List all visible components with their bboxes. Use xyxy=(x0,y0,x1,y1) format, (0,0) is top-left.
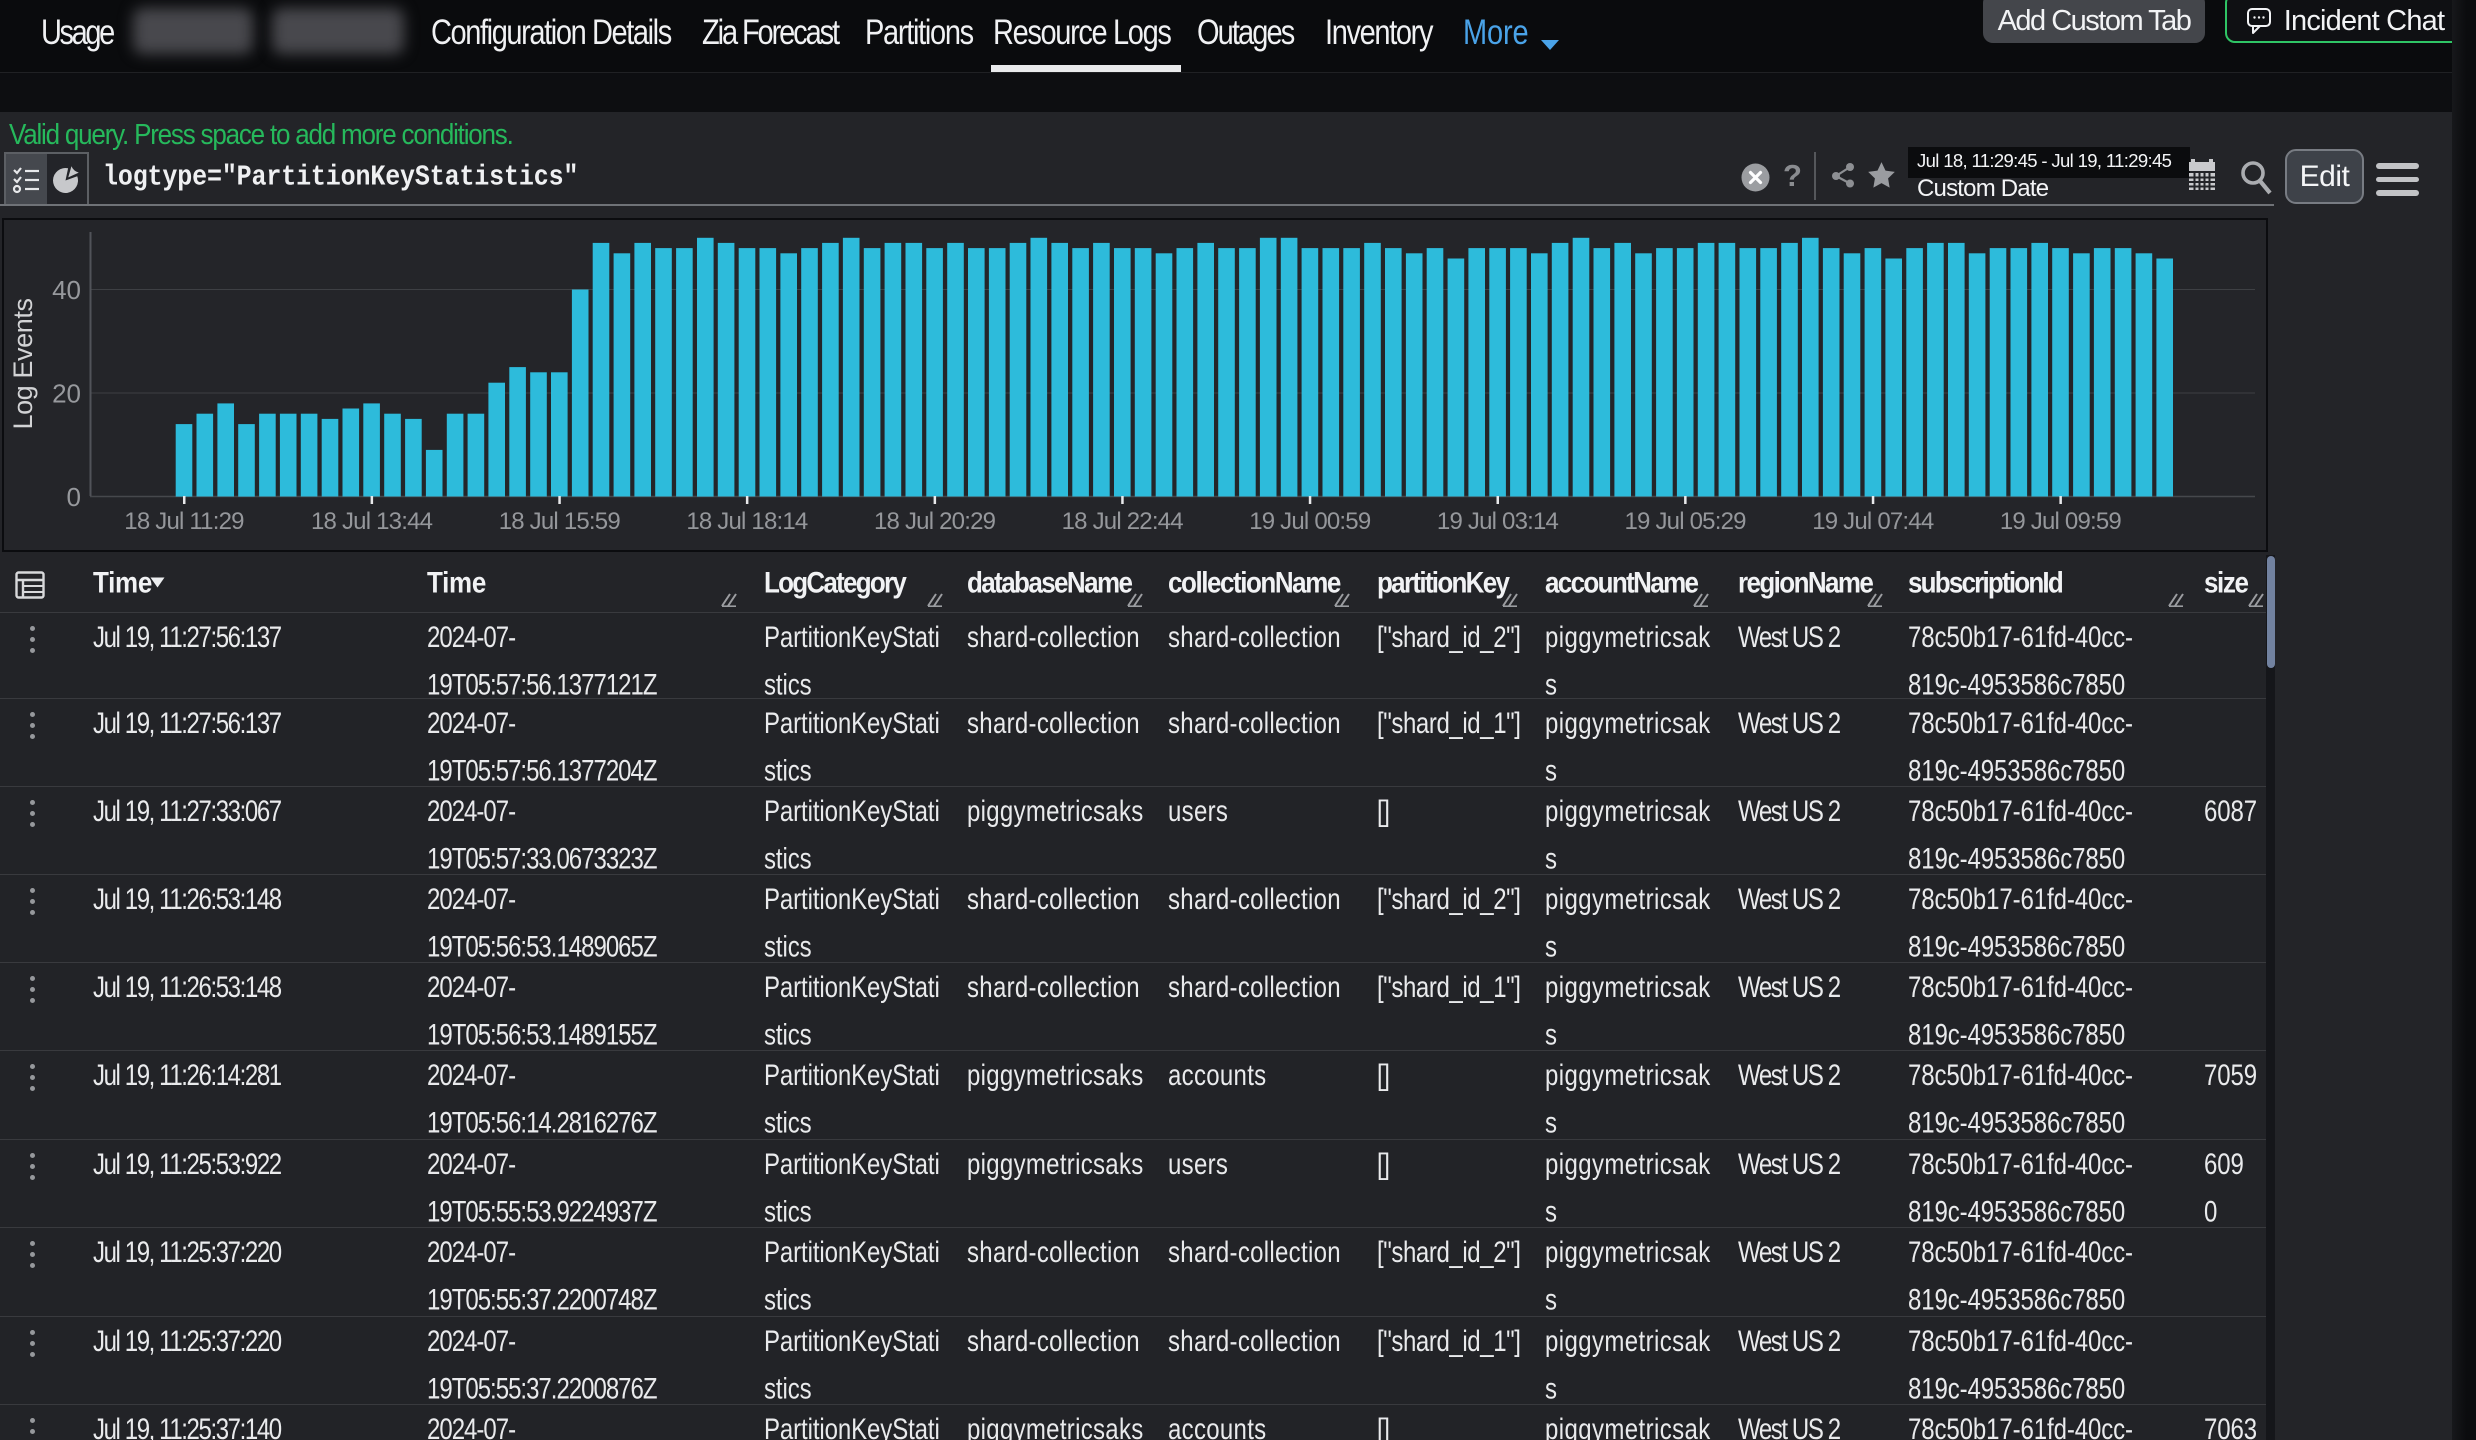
svg-text:19 Jul 05:29: 19 Jul 05:29 xyxy=(1625,508,1747,535)
svg-text:18 Jul 15:59: 18 Jul 15:59 xyxy=(499,508,621,535)
svg-text:19 Jul 00:59: 19 Jul 00:59 xyxy=(1249,508,1371,535)
svg-text:0: 0 xyxy=(67,482,81,512)
svg-text:19 Jul 07:44: 19 Jul 07:44 xyxy=(1812,508,1934,535)
svg-text:40: 40 xyxy=(52,275,81,305)
svg-text:18 Jul 18:14: 18 Jul 18:14 xyxy=(686,508,808,535)
svg-text:18 Jul 20:29: 18 Jul 20:29 xyxy=(874,508,996,535)
svg-text:18 Jul 11:29: 18 Jul 11:29 xyxy=(124,508,244,535)
svg-text:18 Jul 13:44: 18 Jul 13:44 xyxy=(311,508,433,535)
svg-text:19 Jul 09:59: 19 Jul 09:59 xyxy=(2000,508,2122,535)
svg-text:18 Jul 22:44: 18 Jul 22:44 xyxy=(1062,508,1184,535)
svg-text:Log Events: Log Events xyxy=(8,298,38,429)
svg-text:19 Jul 03:14: 19 Jul 03:14 xyxy=(1437,508,1559,535)
svg-text:20: 20 xyxy=(52,379,81,409)
